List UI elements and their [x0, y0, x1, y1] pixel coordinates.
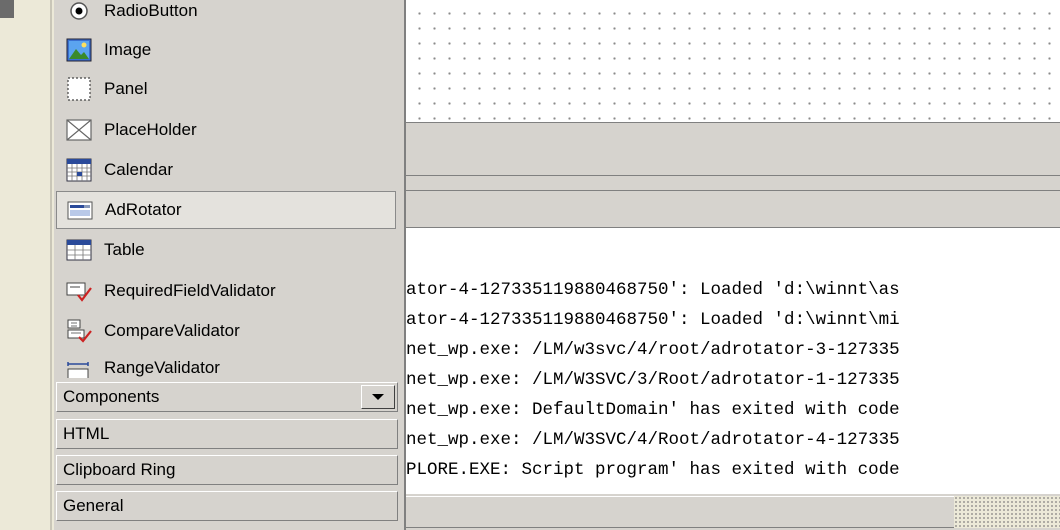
toolbox-item-comparevalidator[interactable]: CompareValidator: [56, 312, 396, 350]
toolbox-item-panel[interactable]: Panel: [56, 70, 396, 108]
table-icon: [66, 239, 92, 261]
toolbox-item-placeholder[interactable]: PlaceHolder: [56, 111, 396, 149]
toolbox-panel: RadioButton Image Panel PlaceHolder Cale…: [54, 0, 406, 530]
tab-label: Components: [63, 387, 160, 406]
scrollbar-track[interactable]: [406, 496, 954, 528]
output-toolbar-strip: [406, 228, 1060, 268]
toolbox-item-adrotator[interactable]: AdRotator: [56, 191, 396, 229]
horizontal-scrollbar[interactable]: [406, 494, 1060, 530]
calendar-icon: [66, 158, 92, 182]
toolbox-item-label: Calendar: [104, 160, 173, 179]
image-icon: [66, 38, 92, 62]
designer-footer: [406, 123, 1060, 175]
toolbox-item-label: PlaceHolder: [104, 120, 197, 139]
output-window[interactable]: ator-4-127335119880468750': Loaded 'd:\w…: [406, 268, 1060, 494]
left-frame-strip: [0, 0, 54, 530]
toolbox-item-rangevalidator[interactable]: RangeValidator: [56, 352, 396, 378]
toolbox-item-label: RangeValidator: [104, 358, 220, 377]
tab-label: Clipboard Ring: [63, 460, 176, 479]
toolbox-item-label: AdRotator: [105, 200, 182, 219]
radiobutton-icon: [70, 2, 88, 20]
toolbox-item-label: CompareValidator: [104, 321, 240, 340]
toolbox-item-image[interactable]: Image: [56, 31, 396, 69]
toolbox-tab-html[interactable]: HTML: [56, 419, 398, 449]
tab-label: General: [63, 496, 124, 515]
panel-icon: [67, 77, 91, 101]
toolbox-tab-general[interactable]: General: [56, 491, 398, 521]
toolbox-item-table[interactable]: Table: [56, 231, 396, 269]
adrotator-icon: [67, 201, 93, 220]
toolbox-item-label: Table: [104, 240, 145, 259]
tab-label: HTML: [63, 424, 110, 443]
output-line: net_wp.exe: /LM/W3SVC/4/Root/adrotator-4…: [406, 430, 900, 450]
toolbox-tab-clipboard-ring[interactable]: Clipboard Ring: [56, 455, 398, 485]
rangevalidator-icon: [67, 362, 89, 378]
output-line: net_wp.exe: DefaultDomain' has exited wi…: [406, 400, 900, 420]
output-line: net_wp.exe: /LM/w3svc/4/root/adrotator-3…: [406, 340, 900, 360]
toolbox-item-label: RadioButton: [104, 1, 198, 20]
chevron-down-icon: [372, 394, 384, 400]
output-line: ator-4-127335119880468750': Loaded 'd:\w…: [406, 310, 900, 330]
toolbox-item-label: RequiredFieldValidator: [104, 281, 276, 300]
toolbox-item-label: Panel: [104, 79, 148, 98]
toolbox-item-label: Image: [104, 40, 152, 59]
design-surface[interactable]: [406, 0, 1060, 122]
toolbox-tab-components[interactable]: Components: [56, 382, 398, 412]
output-line: net_wp.exe: /LM/W3SVC/3/Root/adrotator-1…: [406, 370, 900, 390]
components-dropdown-button[interactable]: [361, 385, 395, 409]
output-header: [406, 191, 1060, 227]
output-line: ator-4-127335119880468750': Loaded 'd:\w…: [406, 280, 900, 300]
placeholder-icon: [66, 119, 92, 141]
toolbox-item-requiredfieldvalidator[interactable]: RequiredFieldValidator: [56, 272, 396, 310]
scrollbar-thumb[interactable]: [954, 496, 1060, 528]
requiredfieldvalidator-icon: [66, 282, 92, 302]
comparevalidator-icon: [67, 319, 92, 343]
toolbox-item-radiobutton[interactable]: RadioButton: [56, 0, 396, 30]
splitter[interactable]: [406, 176, 1060, 190]
toolbox-item-calendar[interactable]: Calendar: [56, 151, 396, 189]
output-line: PLORE.EXE: Script program' has exited wi…: [406, 460, 900, 480]
